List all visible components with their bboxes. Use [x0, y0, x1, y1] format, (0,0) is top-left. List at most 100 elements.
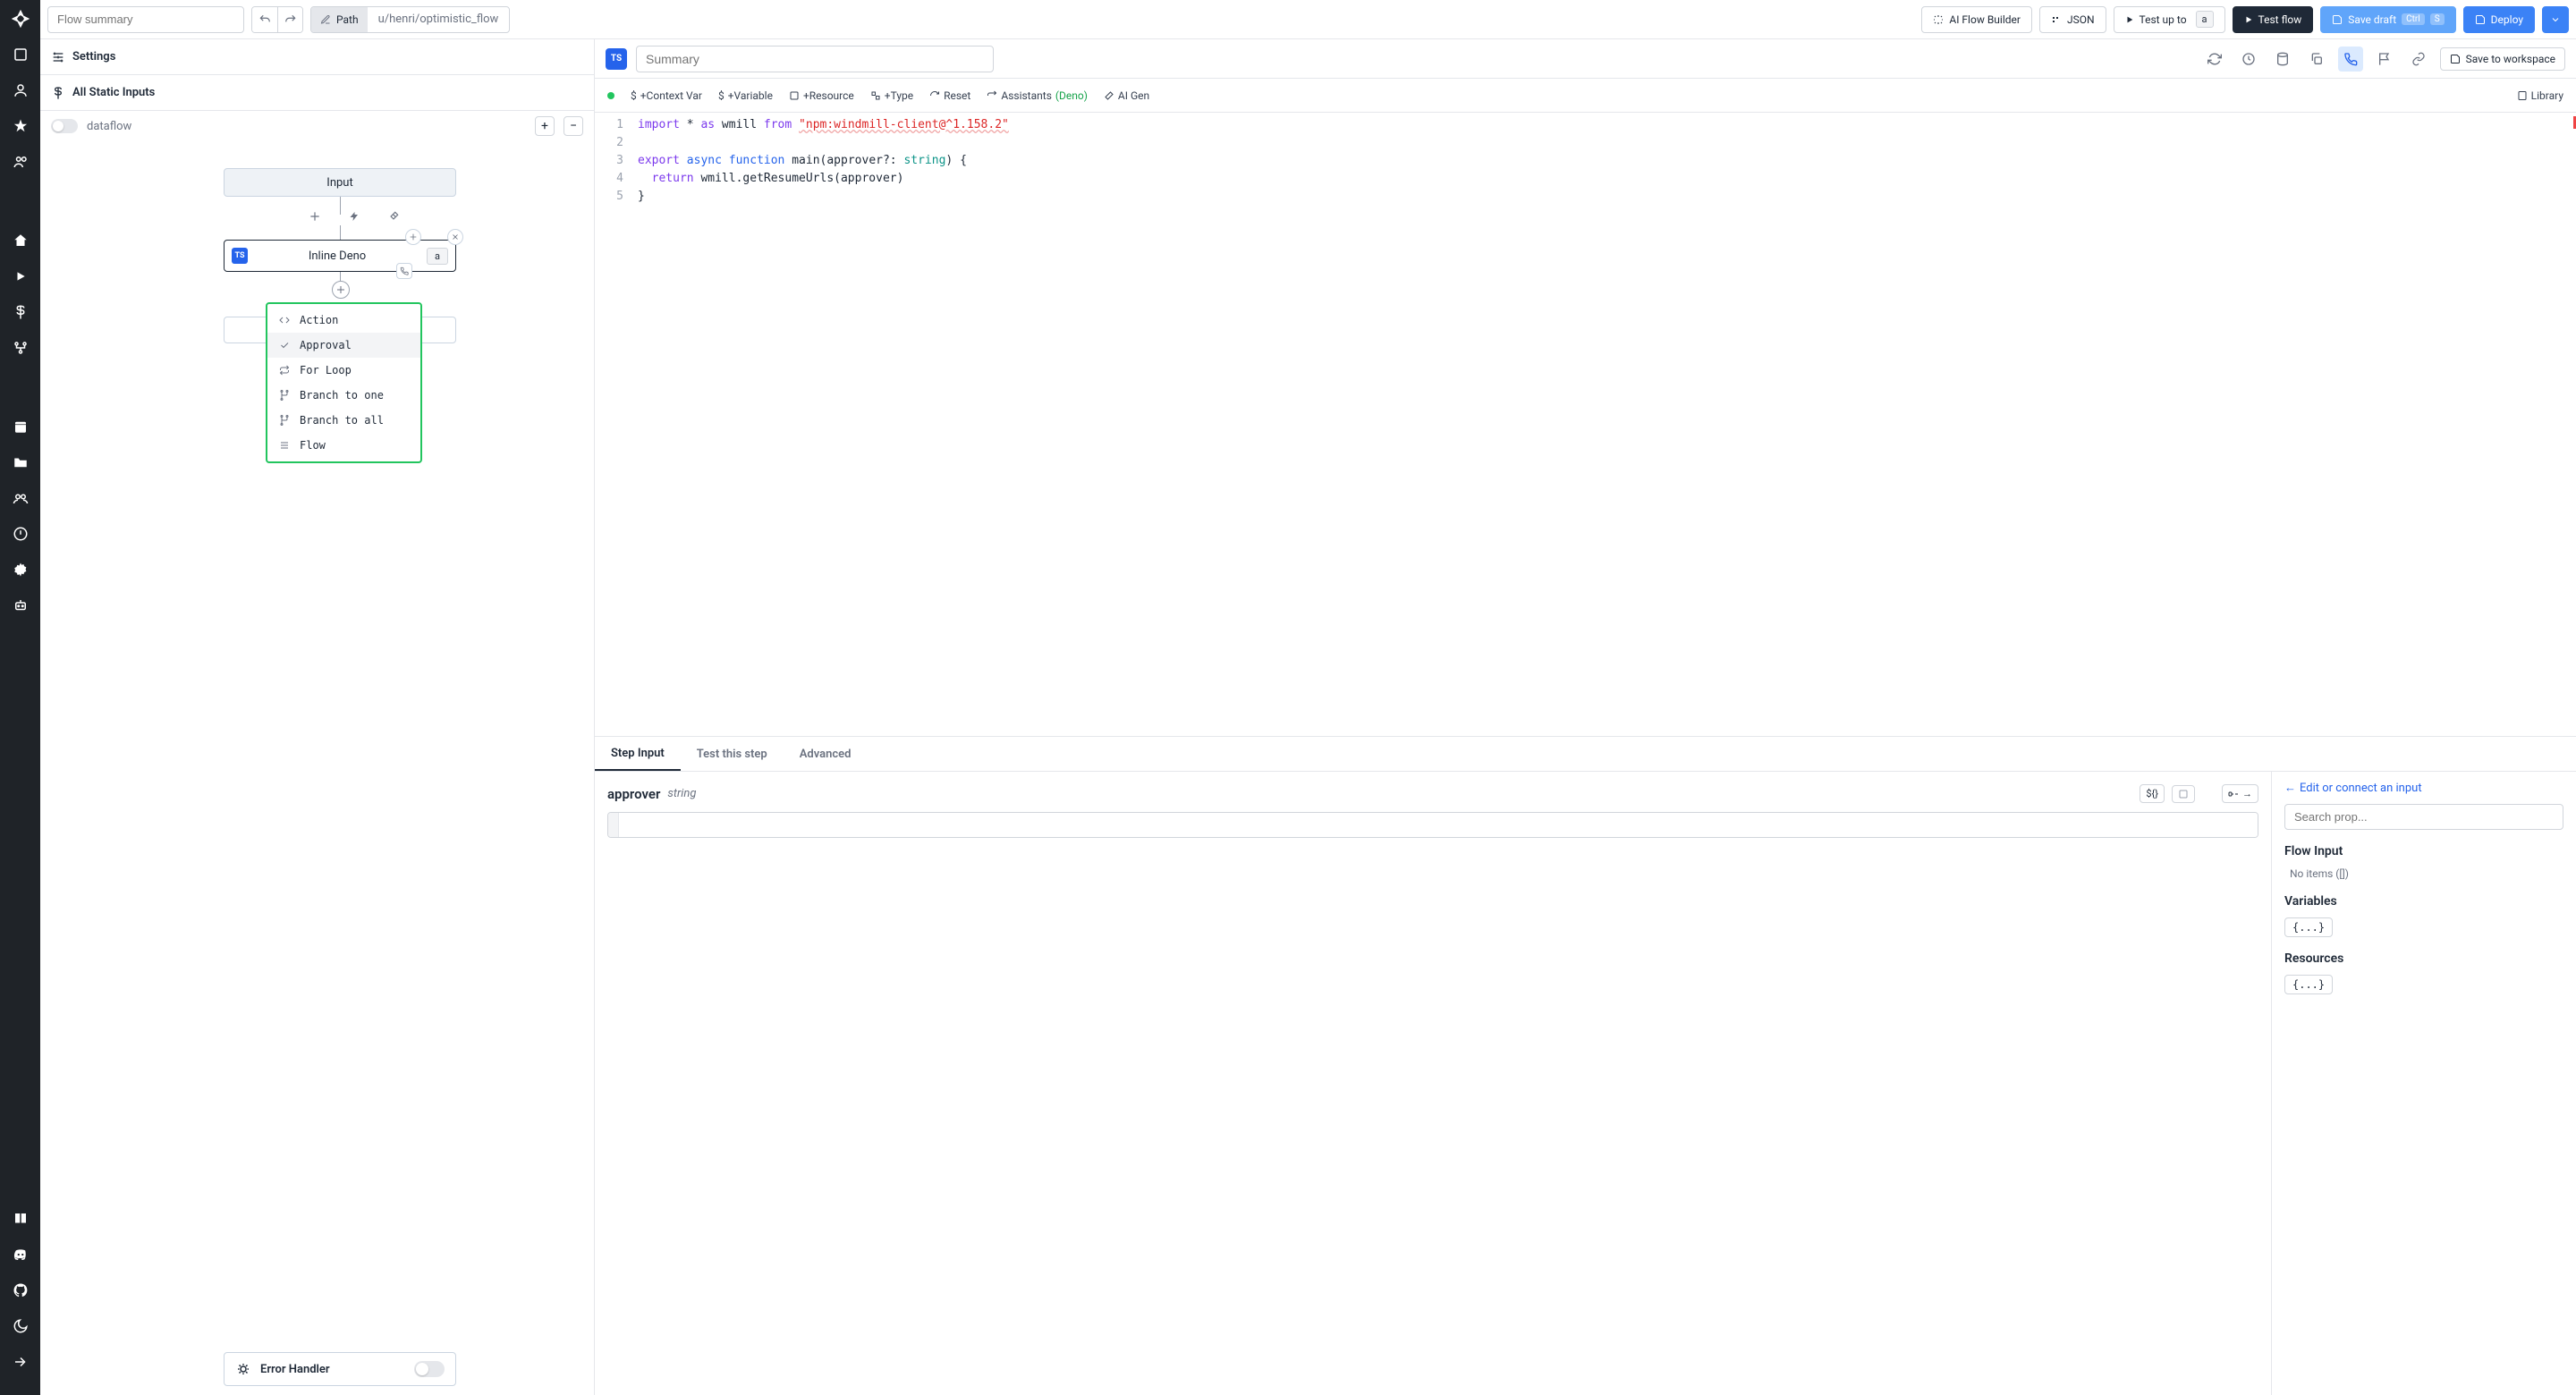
dataflow-label: dataflow: [87, 120, 131, 133]
tab-advanced[interactable]: Advanced: [784, 737, 868, 771]
step-input-panel: approver string ${} →: [595, 772, 2272, 1395]
edit-connect-link[interactable]: ← Edit or connect an input: [2284, 781, 2563, 795]
context-var-button[interactable]: $ +Context Var: [631, 89, 702, 102]
deno-node[interactable]: TS Inline Deno a: [224, 240, 456, 272]
variables-heading: Variables: [2284, 894, 2563, 909]
search-prop-input[interactable]: [2284, 804, 2563, 830]
step-tabs: Step Input Test this step Advanced: [595, 736, 2576, 772]
test-up-to-button[interactable]: Test up toa: [2114, 6, 2225, 33]
home-icon[interactable]: [11, 45, 30, 64]
variables-expand[interactable]: {...}: [2284, 917, 2333, 937]
ai-flow-builder-button[interactable]: AI Flow Builder: [1921, 6, 2032, 33]
dataflow-toggle[interactable]: [51, 119, 78, 133]
flow-canvas[interactable]: Input TS Inline Deno a: [40, 141, 594, 1395]
gear-icon[interactable]: [11, 560, 30, 579]
user-icon[interactable]: [11, 80, 30, 100]
bot-icon[interactable]: [11, 596, 30, 615]
folder-icon[interactable]: [11, 452, 30, 472]
github-icon[interactable]: [11, 1281, 30, 1300]
connect-button[interactable]: →: [2222, 784, 2258, 803]
dropdown-forloop[interactable]: For Loop: [267, 358, 420, 383]
loop-icon: [278, 364, 291, 376]
assistants-button[interactable]: Assistants (Deno): [987, 89, 1088, 102]
ai-gen-button[interactable]: AI Gen: [1104, 89, 1149, 102]
path-button[interactable]: Path: [311, 7, 368, 32]
path-box: Path u/henri/optimistic_flow: [310, 6, 510, 33]
add-step-button[interactable]: [332, 281, 350, 299]
trigger-icon[interactable]: [345, 207, 363, 225]
deploy-dropdown[interactable]: [2542, 6, 2569, 33]
dropdown-flow[interactable]: Flow: [267, 433, 420, 458]
input-node[interactable]: Input: [224, 168, 456, 197]
library-button[interactable]: Library: [2517, 89, 2563, 102]
flow-icon[interactable]: [11, 338, 30, 358]
phone-icon[interactable]: [2338, 46, 2363, 72]
tab-step-input[interactable]: Step Input: [595, 737, 681, 771]
history-icon[interactable]: [2236, 46, 2261, 72]
add-step-icon[interactable]: [306, 207, 324, 225]
calendar-icon[interactable]: [11, 417, 30, 436]
undo-button[interactable]: [252, 7, 277, 32]
reset-button[interactable]: Reset: [929, 89, 970, 102]
alert-icon[interactable]: [11, 524, 30, 544]
type-button[interactable]: +Type: [870, 89, 913, 102]
resources-heading: Resources: [2284, 951, 2563, 966]
save-draft-button[interactable]: Save draftCtrlS: [2320, 6, 2455, 33]
toggle-type-button[interactable]: [2172, 785, 2195, 803]
expr-button[interactable]: ${}: [2140, 784, 2165, 803]
node-add-icon[interactable]: [405, 229, 421, 245]
tab-test-step[interactable]: Test this step: [681, 737, 784, 771]
dropdown-action[interactable]: Action: [267, 308, 420, 333]
settings-row[interactable]: Settings: [40, 39, 594, 75]
variable-button[interactable]: $ +Variable: [718, 89, 773, 102]
code-editor[interactable]: 12345 import * as wmill from "npm:windmi…: [595, 113, 2576, 736]
play-icon[interactable]: [11, 266, 30, 286]
node-close-icon[interactable]: [447, 229, 463, 245]
users-icon[interactable]: [11, 152, 30, 172]
flow-panel: Settings All Static Inputs dataflow + − …: [40, 39, 595, 1395]
zoom-out-button[interactable]: −: [564, 116, 583, 136]
dropdown-approval[interactable]: Approval: [267, 333, 420, 358]
bug-icon: [235, 1361, 251, 1377]
step-summary-input[interactable]: [636, 46, 994, 72]
book-icon[interactable]: [11, 1209, 30, 1229]
resources-expand[interactable]: {...}: [2284, 975, 2333, 994]
all-static-inputs-row[interactable]: All Static Inputs: [40, 75, 594, 111]
approval-badge-icon[interactable]: [396, 263, 412, 279]
topbar: Path u/henri/optimistic_flow AI Flow Bui…: [40, 0, 2576, 39]
team-icon[interactable]: [11, 488, 30, 508]
star-icon[interactable]: [11, 116, 30, 136]
error-handler-toggle[interactable]: [414, 1361, 445, 1377]
flow-summary-input[interactable]: [47, 6, 244, 33]
house-icon[interactable]: [11, 231, 30, 250]
dollar-icon[interactable]: [11, 302, 30, 322]
reload-icon[interactable]: [2202, 46, 2227, 72]
save-to-workspace-button[interactable]: Save to workspace: [2440, 47, 2565, 71]
step-header: TS Save to workspace: [595, 39, 2576, 79]
dropdown-branch-all[interactable]: Branch to all: [267, 408, 420, 433]
menu-icon: [278, 439, 291, 452]
link-icon[interactable]: [2406, 46, 2431, 72]
step-type-dropdown: Action Approval For Loop Branch to one B…: [266, 302, 422, 463]
magic-icon[interactable]: [385, 207, 402, 225]
redo-button[interactable]: [277, 7, 302, 32]
code-content[interactable]: import * as wmill from "npm:windmill-cli…: [631, 113, 2576, 736]
discord-icon[interactable]: [11, 1245, 30, 1264]
param-input[interactable]: [619, 813, 2258, 837]
input-connector-panel: ← Edit or connect an input Flow Input No…: [2272, 772, 2576, 1395]
flag-icon[interactable]: [2372, 46, 2397, 72]
dropdown-branch-one[interactable]: Branch to one: [267, 383, 420, 408]
zoom-in-button[interactable]: +: [535, 116, 555, 136]
logo-icon[interactable]: [11, 9, 30, 29]
moon-icon[interactable]: [11, 1316, 30, 1336]
database-icon[interactable]: [2270, 46, 2295, 72]
all-static-label: All Static Inputs: [72, 86, 155, 99]
copy-icon[interactable]: [2304, 46, 2329, 72]
resource-button[interactable]: +Resource: [789, 89, 854, 102]
ts-badge-icon: TS: [606, 48, 627, 70]
deploy-button[interactable]: Deploy: [2463, 6, 2535, 33]
test-flow-button[interactable]: Test flow: [2233, 6, 2314, 33]
json-button[interactable]: JSON: [2039, 6, 2106, 33]
expand-icon[interactable]: [11, 1352, 30, 1372]
status-dot: [607, 92, 614, 99]
